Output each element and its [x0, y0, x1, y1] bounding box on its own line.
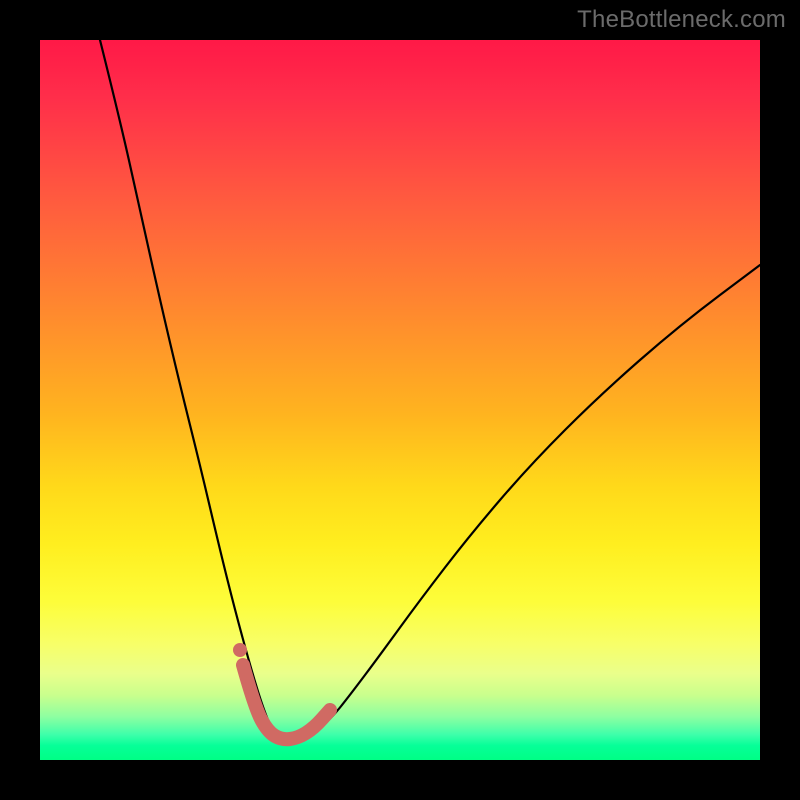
highlight-segment [243, 665, 330, 739]
plot-area [40, 40, 760, 760]
highlight-dot [233, 643, 247, 657]
curve-layer [40, 40, 760, 760]
main-curve [100, 40, 760, 740]
chart-frame: TheBottleneck.com [0, 0, 800, 800]
watermark-text: TheBottleneck.com [577, 6, 786, 34]
